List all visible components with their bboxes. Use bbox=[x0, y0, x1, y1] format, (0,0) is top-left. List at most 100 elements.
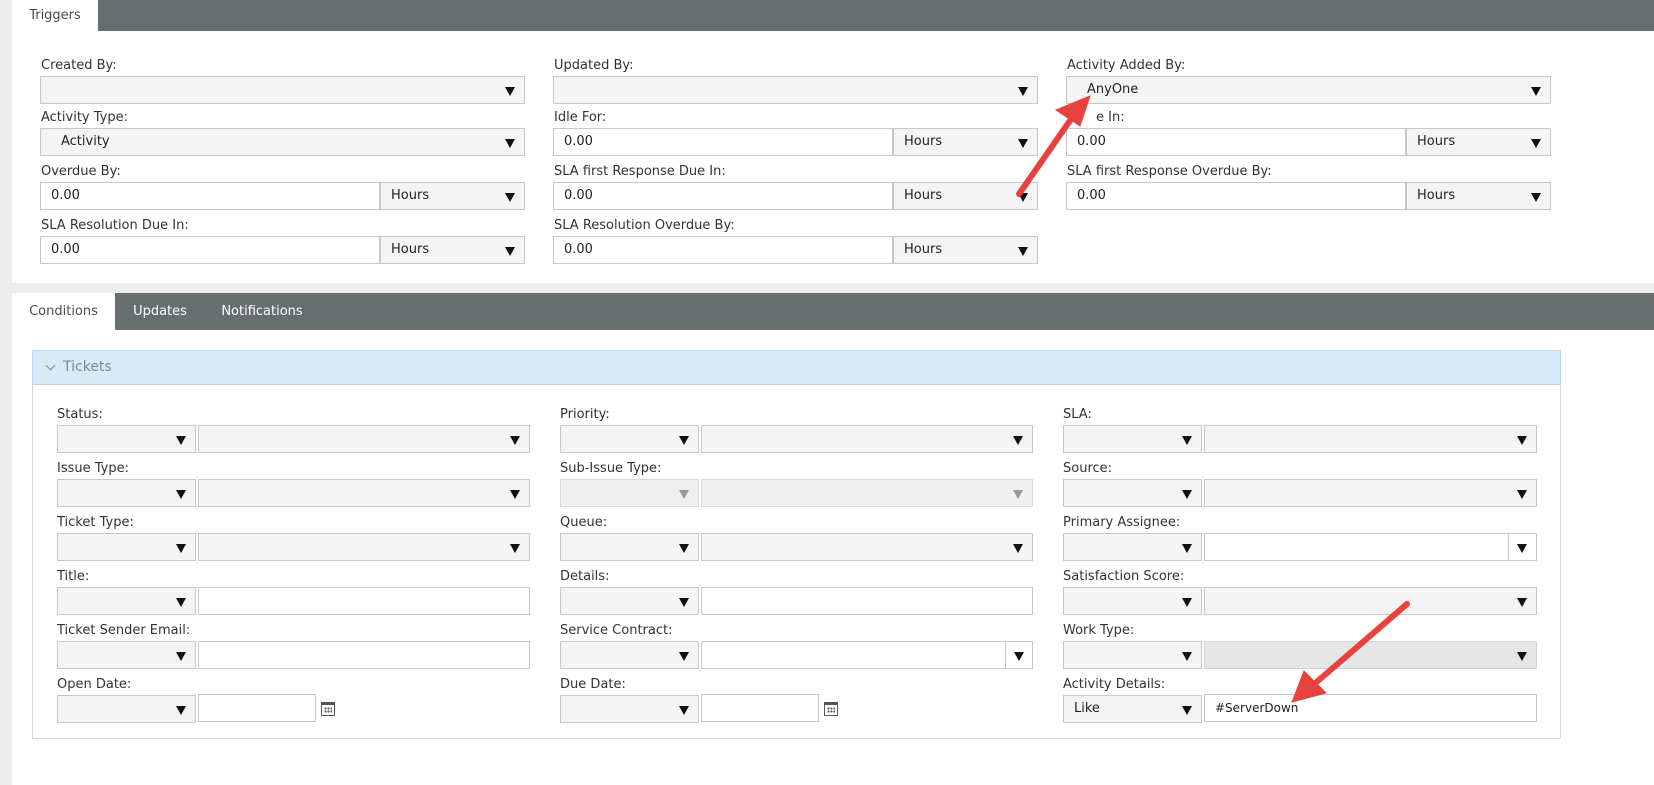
idle-for-label: Idle For: bbox=[554, 110, 607, 125]
idle-for-unit-select[interactable]: Hours bbox=[893, 128, 1038, 156]
work-type-label: Work Type: bbox=[1063, 623, 1135, 638]
details-operator-select[interactable] bbox=[560, 587, 699, 615]
open-date-operator-select[interactable] bbox=[57, 695, 196, 723]
dropdown-arrow-icon bbox=[1018, 87, 1028, 96]
priority-value-select[interactable] bbox=[701, 425, 1033, 453]
dropdown-arrow-icon bbox=[176, 652, 186, 661]
activity-type-label: Activity Type: bbox=[41, 110, 128, 125]
due-in-label: e In: bbox=[1096, 110, 1125, 125]
due-in-input[interactable]: 0.00 bbox=[1066, 128, 1406, 156]
due-in-unit-select[interactable]: Hours bbox=[1406, 128, 1551, 156]
status-value-select[interactable] bbox=[198, 425, 530, 453]
dropdown-arrow-icon bbox=[1182, 544, 1192, 553]
due-date-input[interactable] bbox=[701, 694, 819, 722]
activity-type-select[interactable]: Activity bbox=[40, 128, 525, 156]
satisfaction-score-operator-select[interactable] bbox=[1063, 587, 1202, 615]
overdue-by-unit-select[interactable]: Hours bbox=[380, 182, 525, 210]
open-date-label: Open Date: bbox=[57, 677, 132, 692]
sla-resolution-due-in-unit-select[interactable]: Hours bbox=[380, 236, 525, 264]
dropdown-arrow-icon bbox=[1517, 544, 1527, 553]
ticket-type-operator-select[interactable] bbox=[57, 533, 196, 561]
sla-label: SLA: bbox=[1063, 407, 1092, 422]
issue-type-operator-select[interactable] bbox=[57, 479, 196, 507]
sla-value-select[interactable] bbox=[1204, 425, 1537, 453]
tab-conditions[interactable]: Conditions bbox=[12, 293, 115, 330]
tickets-section-header[interactable]: Tickets bbox=[32, 350, 1561, 385]
source-value-select[interactable] bbox=[1204, 479, 1537, 507]
activity-details-input[interactable]: #ServerDown bbox=[1204, 694, 1537, 722]
due-date-label: Due Date: bbox=[560, 677, 626, 692]
sla-resolution-due-in-unit: Hours bbox=[391, 242, 430, 257]
dropdown-arrow-icon bbox=[176, 706, 186, 715]
activity-added-by-select[interactable]: AnyOne bbox=[1066, 76, 1551, 104]
service-contract-input[interactable] bbox=[701, 641, 1006, 669]
queue-value-select[interactable] bbox=[701, 533, 1033, 561]
calendar-icon[interactable] bbox=[824, 702, 838, 716]
primary-assignee-input[interactable] bbox=[1204, 533, 1509, 561]
activity-type-value: Activity bbox=[61, 134, 110, 149]
ticket-sender-email-operator-select[interactable] bbox=[57, 641, 196, 669]
details-label: Details: bbox=[560, 569, 610, 584]
dropdown-arrow-icon bbox=[176, 490, 186, 499]
updated-by-select[interactable] bbox=[553, 76, 1038, 104]
chevron-down-icon bbox=[45, 360, 56, 371]
dropdown-arrow-icon bbox=[1531, 87, 1541, 96]
tab-notifications[interactable]: Notifications bbox=[205, 293, 319, 330]
work-type-value-select[interactable] bbox=[1204, 641, 1537, 669]
queue-label: Queue: bbox=[560, 515, 608, 530]
source-operator-select[interactable] bbox=[1063, 479, 1202, 507]
sla-first-response-due-in-unit-select[interactable]: Hours bbox=[893, 182, 1038, 210]
dropdown-arrow-icon bbox=[505, 87, 515, 96]
dropdown-arrow-icon bbox=[679, 652, 689, 661]
idle-for-input[interactable]: 0.00 bbox=[553, 128, 893, 156]
dropdown-arrow-icon bbox=[679, 706, 689, 715]
dropdown-arrow-icon bbox=[1182, 598, 1192, 607]
dropdown-arrow-icon bbox=[679, 544, 689, 553]
sla-first-response-overdue-by-input[interactable]: 0.00 bbox=[1066, 182, 1406, 210]
priority-label: Priority: bbox=[560, 407, 610, 422]
sla-first-response-overdue-by-unit-select[interactable]: Hours bbox=[1406, 182, 1551, 210]
dropdown-arrow-icon bbox=[505, 247, 515, 256]
activity-details-operator-select[interactable]: Like bbox=[1063, 695, 1202, 723]
dropdown-arrow-icon bbox=[1182, 706, 1192, 715]
primary-assignee-operator-select[interactable] bbox=[1063, 533, 1202, 561]
title-input[interactable] bbox=[198, 587, 530, 615]
priority-operator-select[interactable] bbox=[560, 425, 699, 453]
dropdown-arrow-icon bbox=[176, 436, 186, 445]
ticket-sender-email-input[interactable] bbox=[198, 641, 530, 669]
dropdown-arrow-icon bbox=[510, 490, 520, 499]
satisfaction-score-value-select[interactable] bbox=[1204, 587, 1537, 615]
dropdown-arrow-icon bbox=[505, 193, 515, 202]
sla-resolution-overdue-by-unit: Hours bbox=[904, 242, 943, 257]
sla-resolution-due-in-input[interactable]: 0.00 bbox=[40, 236, 380, 264]
title-label: Title: bbox=[57, 569, 90, 584]
service-contract-operator-select[interactable] bbox=[560, 641, 699, 669]
tab-triggers[interactable]: Triggers bbox=[12, 0, 98, 31]
overdue-by-input[interactable]: 0.00 bbox=[40, 182, 380, 210]
sla-first-response-due-in-input[interactable]: 0.00 bbox=[553, 182, 893, 210]
tab-updates[interactable]: Updates bbox=[115, 293, 205, 330]
service-contract-dropdown-button[interactable] bbox=[1005, 641, 1033, 669]
dropdown-arrow-icon bbox=[510, 544, 520, 553]
status-operator-select[interactable] bbox=[57, 425, 196, 453]
sub-issue-type-value-select bbox=[701, 479, 1033, 507]
sla-resolution-overdue-by-input[interactable]: 0.00 bbox=[553, 236, 893, 264]
queue-operator-select[interactable] bbox=[560, 533, 699, 561]
activity-details-label: Activity Details: bbox=[1063, 677, 1166, 692]
open-date-input[interactable] bbox=[198, 694, 316, 722]
sla-first-response-overdue-by-label: SLA first Response Overdue By: bbox=[1067, 164, 1272, 179]
created-by-select[interactable] bbox=[40, 76, 525, 104]
due-date-operator-select[interactable] bbox=[560, 695, 699, 723]
work-type-operator-select[interactable] bbox=[1063, 641, 1202, 669]
dropdown-arrow-icon bbox=[1517, 652, 1527, 661]
sla-resolution-overdue-by-unit-select[interactable]: Hours bbox=[893, 236, 1038, 264]
primary-assignee-dropdown-button[interactable] bbox=[1508, 533, 1537, 561]
title-operator-select[interactable] bbox=[57, 587, 196, 615]
sla-operator-select[interactable] bbox=[1063, 425, 1202, 453]
updated-by-label: Updated By: bbox=[554, 58, 634, 73]
issue-type-value-select[interactable] bbox=[198, 479, 530, 507]
details-input[interactable] bbox=[701, 587, 1033, 615]
calendar-icon[interactable] bbox=[321, 702, 335, 716]
ticket-type-value-select[interactable] bbox=[198, 533, 530, 561]
sla-resolution-due-in-label: SLA Resolution Due In: bbox=[41, 218, 189, 233]
